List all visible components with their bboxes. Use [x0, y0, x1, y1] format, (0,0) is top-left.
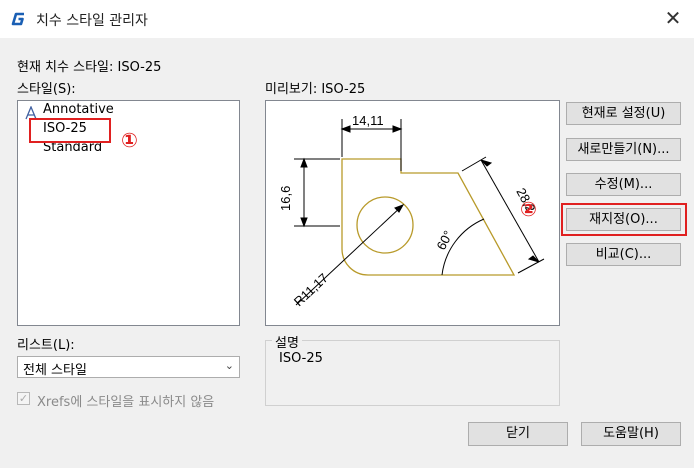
dim-text-left: 16,6 — [278, 186, 293, 211]
new-button[interactable]: 새로만들기(N)... — [566, 138, 681, 161]
list-label: 리스트(L): — [17, 338, 75, 353]
chevron-down-icon: ⌄ — [224, 359, 234, 372]
annotation-badge-1: ① — [121, 128, 138, 152]
preview-pane: 14,11 16,6 28,2 60° R11,17 ② — [265, 100, 560, 326]
preview-label: 미리보기: ISO-25 — [265, 82, 366, 97]
highlight-box-1 — [29, 118, 111, 143]
current-style-label: 현재 치수 스타일: ISO-25 — [17, 60, 162, 75]
highlight-box-2 — [561, 203, 687, 236]
part-outline — [341, 158, 516, 276]
annotation-badge-2: ② — [520, 197, 537, 221]
xrefs-label: Xrefs에 스타일을 표시하지 않음 — [37, 395, 215, 410]
description-legend: 설명 — [272, 332, 302, 351]
window-title: 치수 스타일 관리자 — [36, 13, 148, 29]
app-logo-icon — [11, 12, 24, 26]
description-group — [265, 340, 560, 406]
list-filter-select[interactable]: 전체 스타일 ⌄ — [17, 356, 240, 378]
help-button[interactable]: 도움말(H) — [581, 422, 681, 446]
xrefs-checkbox[interactable]: ✓ — [17, 392, 30, 405]
hole-circle — [356, 196, 414, 254]
style-listbox[interactable]: Annotative ISO-25 Standard ① — [17, 100, 240, 326]
close-button[interactable]: 닫기 — [468, 422, 568, 446]
angle-text: 60° — [433, 228, 455, 252]
radius-text: R11,17 — [291, 270, 331, 309]
styles-label: 스타일(S): — [17, 82, 76, 97]
close-icon[interactable]: ✕ — [660, 6, 686, 30]
list-item-annotative[interactable]: Annotative — [43, 102, 114, 117]
list-filter-value: 전체 스타일 — [23, 363, 87, 378]
set-current-button[interactable]: 현재로 설정(U) — [566, 102, 681, 125]
description-text: ISO-25 — [279, 351, 323, 366]
modify-button[interactable]: 수정(M)... — [566, 173, 681, 196]
dim-text-top: 14,11 — [352, 113, 384, 128]
preview-drawing: 14,11 16,6 28,2 60° R11,17 — [278, 113, 545, 309]
compare-button[interactable]: 비교(C)... — [566, 243, 681, 266]
